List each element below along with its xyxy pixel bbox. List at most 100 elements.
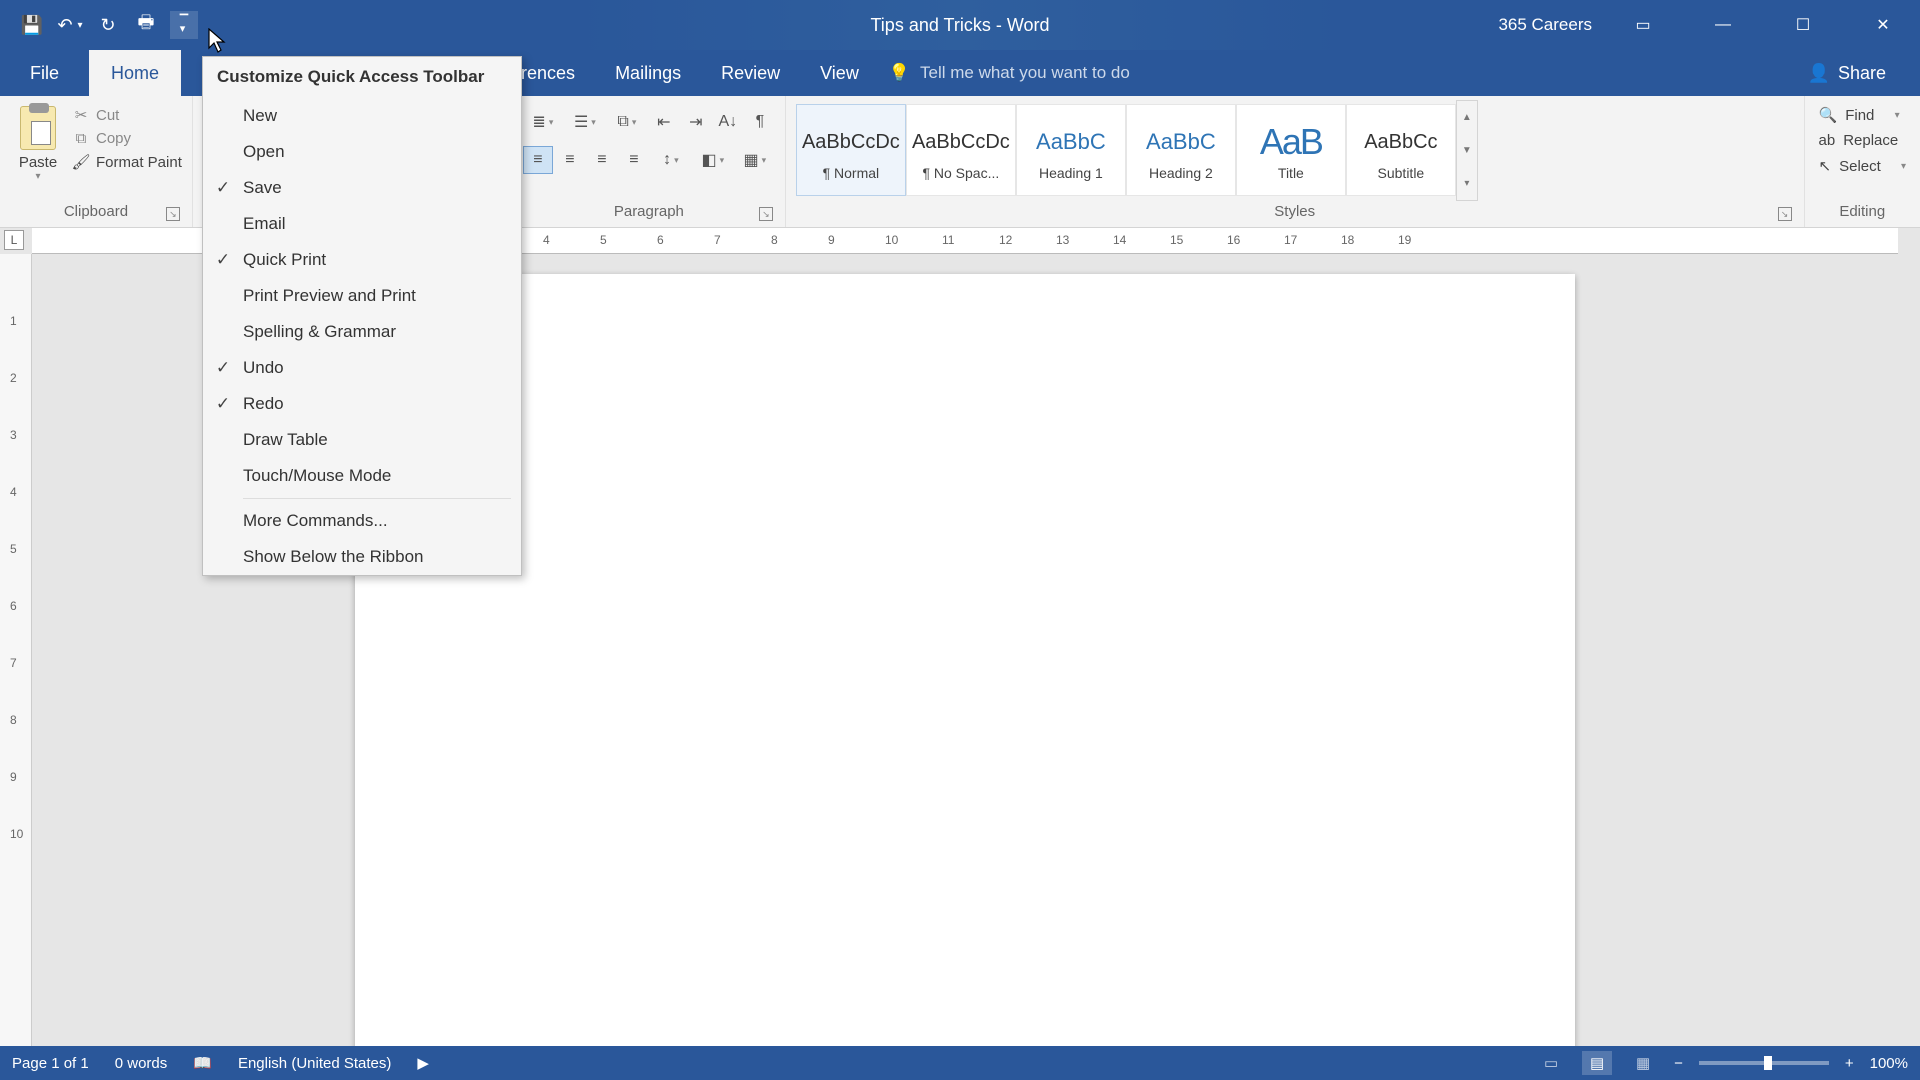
ruler-tick: 14 — [1113, 233, 1126, 247]
styles-label: Styles — [1274, 203, 1315, 220]
zoom-level[interactable]: 100% — [1870, 1055, 1908, 1072]
tab-view[interactable]: View — [800, 50, 879, 96]
menu-touch-mouse-mode[interactable]: Touch/Mouse Mode — [203, 458, 521, 494]
clipboard-launcher-icon[interactable]: ↘ — [166, 207, 180, 221]
line-spacing-button[interactable]: ↕ — [651, 146, 691, 174]
save-icon[interactable]: 💾 — [18, 11, 46, 39]
menu-print-preview-and-print[interactable]: Print Preview and Print — [203, 278, 521, 314]
ruler-tick: 10 — [10, 827, 23, 841]
tab-home[interactable]: Home — [89, 50, 181, 96]
copy-icon: ⧉ — [72, 130, 90, 147]
tab-review[interactable]: Review — [701, 50, 800, 96]
decrease-indent-button[interactable]: ⇤ — [649, 108, 679, 136]
increase-indent-button[interactable]: ⇥ — [681, 108, 711, 136]
gallery-down-icon[interactable]: ▼ — [1457, 134, 1477, 167]
select-button[interactable]: ↖Select ▾ — [1815, 155, 1910, 177]
tab-file[interactable]: File — [0, 50, 89, 96]
ruler-tick: 10 — [885, 233, 898, 247]
sort-button[interactable]: A↓ — [713, 108, 743, 136]
shading-button[interactable]: ◧ — [693, 146, 733, 174]
status-macro-icon[interactable]: ▶ — [417, 1054, 429, 1072]
style-heading-2[interactable]: AaBbCHeading 2 — [1126, 104, 1236, 196]
status-language[interactable]: English (United States) — [238, 1055, 391, 1072]
tab-mailings[interactable]: Mailings — [595, 50, 701, 96]
cut-button[interactable]: ✂Cut — [72, 106, 182, 124]
style---no-spac---[interactable]: AaBbCcDc¶ No Spac... — [906, 104, 1016, 196]
minimize-icon[interactable]: — — [1694, 0, 1752, 50]
maximize-icon[interactable]: ☐ — [1774, 0, 1832, 50]
numbering-button[interactable]: ☰ — [565, 108, 605, 136]
menu-draw-table[interactable]: Draw Table — [203, 422, 521, 458]
ruler-tick: 18 — [1341, 233, 1354, 247]
menu-spelling---grammar[interactable]: Spelling & Grammar — [203, 314, 521, 350]
replace-button[interactable]: abReplace — [1815, 130, 1910, 151]
status-spellcheck-icon[interactable]: 📖 — [193, 1054, 212, 1072]
document-page[interactable] — [355, 274, 1575, 1046]
show-marks-button[interactable]: ¶ — [745, 108, 775, 136]
share-button[interactable]: 👤 Share — [1794, 57, 1900, 90]
gallery-up-icon[interactable]: ▲ — [1457, 101, 1477, 134]
customize-qat-button[interactable]: ▔▾ — [170, 11, 198, 39]
share-icon: 👤 — [1808, 63, 1830, 84]
menu-show-below-ribbon[interactable]: Show Below the Ribbon — [203, 539, 521, 575]
format-painter-button[interactable]: 🖌Format Paint — [72, 153, 182, 171]
redo-icon[interactable]: ↻ — [94, 11, 122, 39]
gallery-more-icon[interactable]: ▾ — [1457, 167, 1477, 200]
close-icon[interactable]: ✕ — [1854, 0, 1912, 50]
zoom-out-button[interactable]: − — [1674, 1055, 1683, 1072]
tell-me-search[interactable]: 💡 Tell me what you want to do — [889, 50, 1130, 96]
align-left-button[interactable]: ≡ — [523, 146, 553, 174]
paragraph-launcher-icon[interactable]: ↘ — [759, 207, 773, 221]
check-icon: ✓ — [203, 178, 243, 198]
menu-save[interactable]: ✓Save — [203, 170, 521, 206]
menu-item-label: Draw Table — [243, 430, 328, 450]
style-subtitle[interactable]: AaBbCcSubtitle — [1346, 104, 1456, 196]
style-preview: AaBbCcDc — [802, 119, 900, 165]
style-title[interactable]: AaBTitle — [1236, 104, 1346, 196]
undo-icon[interactable]: ↶ ▾ — [56, 11, 84, 39]
style-name: Title — [1278, 165, 1304, 181]
menu-open[interactable]: Open — [203, 134, 521, 170]
menu-more-commands[interactable]: More Commands... — [203, 503, 521, 539]
check-icon: ✓ — [203, 394, 243, 414]
ribbon-display-options-icon[interactable]: ▭ — [1614, 0, 1672, 50]
style-preview: AaBbC — [1146, 119, 1216, 165]
style-heading-1[interactable]: AaBbCHeading 1 — [1016, 104, 1126, 196]
menu-new[interactable]: New — [203, 98, 521, 134]
menu-item-label: Redo — [243, 394, 284, 414]
menu-email[interactable]: Email — [203, 206, 521, 242]
bullets-button[interactable]: ≣ — [523, 108, 563, 136]
scissors-icon: ✂ — [72, 106, 90, 124]
justify-button[interactable]: ≡ — [619, 146, 649, 174]
status-words[interactable]: 0 words — [115, 1055, 168, 1072]
tab-selector[interactable]: L — [4, 230, 24, 250]
styles-launcher-icon[interactable]: ↘ — [1778, 207, 1792, 221]
title-right: 365 Careers ▭ — ☐ ✕ — [1498, 0, 1920, 50]
ruler-tick: 4 — [10, 485, 17, 499]
zoom-slider[interactable] — [1699, 1061, 1829, 1065]
status-page[interactable]: Page 1 of 1 — [12, 1055, 89, 1072]
check-icon: ✓ — [203, 358, 243, 378]
ruler-tick: 6 — [10, 599, 17, 613]
view-print-icon[interactable]: ▤ — [1582, 1051, 1612, 1075]
ruler-tick: 6 — [657, 233, 664, 247]
menu-undo[interactable]: ✓Undo — [203, 350, 521, 386]
quick-print-icon[interactable]: 🖶 — [132, 11, 160, 39]
zoom-in-button[interactable]: + — [1845, 1055, 1854, 1072]
vertical-ruler[interactable]: 12345678910 — [0, 254, 32, 1046]
align-center-button[interactable]: ≡ — [555, 146, 585, 174]
menu-redo[interactable]: ✓Redo — [203, 386, 521, 422]
paste-button[interactable]: Paste ▾ — [10, 100, 66, 201]
style-preview: AaBbCc — [1364, 119, 1437, 165]
view-web-icon[interactable]: ▦ — [1628, 1051, 1658, 1075]
find-button[interactable]: 🔍Find ▾ — [1815, 104, 1910, 126]
copy-button[interactable]: ⧉Copy — [72, 130, 182, 147]
align-right-button[interactable]: ≡ — [587, 146, 617, 174]
style---normal[interactable]: AaBbCcDc¶ Normal — [796, 104, 906, 196]
ruler-tick: 12 — [999, 233, 1012, 247]
multilevel-button[interactable]: ⧉ — [607, 108, 647, 136]
styles-gallery-scroll: ▲ ▼ ▾ — [1456, 100, 1478, 201]
view-read-icon[interactable]: ▭ — [1536, 1051, 1566, 1075]
menu-quick-print[interactable]: ✓Quick Print — [203, 242, 521, 278]
borders-button[interactable]: ▦ — [735, 146, 775, 174]
